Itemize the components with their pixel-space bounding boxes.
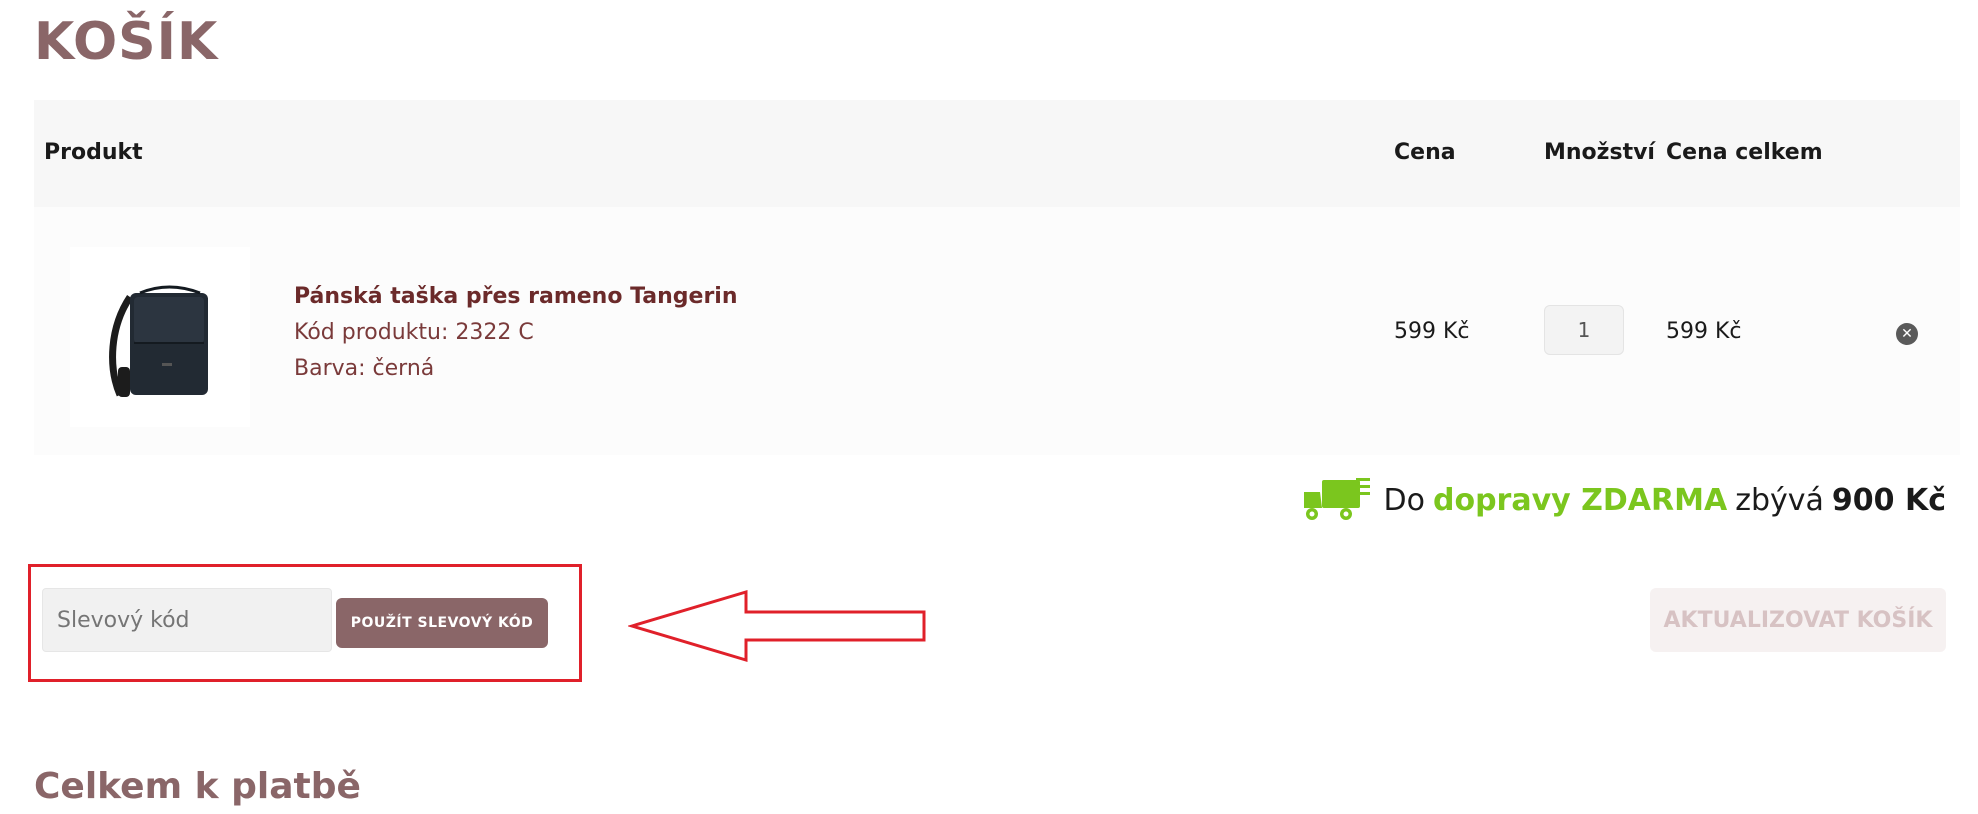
summary-title: Celkem k platbě: [34, 766, 361, 807]
table-row: Pánská taška přes rameno Tangerin Kód pr…: [34, 207, 1960, 455]
cart-table: Produkt Cena Množství Cena celkem Pánská…: [34, 100, 1960, 455]
remove-item-button[interactable]: ✕: [1896, 323, 1918, 345]
product-image[interactable]: [70, 247, 250, 427]
header-price: Cena: [1394, 140, 1456, 165]
item-total: 599 Kč: [1666, 319, 1742, 344]
page-title: KOŠÍK: [34, 12, 219, 72]
free-shipping-notice: Do dopravy ZDARMA zbývá 900 Kč: [1300, 474, 1946, 526]
header-quantity: Množství: [1544, 140, 1655, 165]
close-circle-icon: ✕: [1901, 326, 1913, 342]
product-code: Kód produktu: 2322 C: [294, 320, 534, 345]
product-info: Pánská taška přes rameno Tangerin Kód pr…: [294, 279, 738, 387]
item-price: 599 Kč: [1394, 319, 1470, 344]
coupon-code-input[interactable]: [42, 588, 332, 652]
shoulder-bag-icon: [109, 285, 208, 397]
header-product: Produkt: [44, 140, 143, 165]
product-color: Barva: černá: [294, 356, 435, 381]
delivery-truck-icon: [1303, 478, 1370, 520]
quantity-input[interactable]: [1544, 305, 1624, 355]
update-cart-button[interactable]: AKTUALIZOVAT KOŠÍK: [1650, 588, 1946, 652]
shipping-highlight: dopravy ZDARMA: [1433, 482, 1728, 518]
arrow-left-annotation-icon: [628, 589, 926, 663]
product-name-link[interactable]: Pánská taška přes rameno Tangerin: [294, 279, 738, 315]
shipping-prefix: Do: [1383, 482, 1425, 518]
apply-coupon-button[interactable]: POUŽÍT SLEVOVÝ KÓD: [336, 598, 548, 648]
shipping-remaining-amount: 900 Kč: [1831, 482, 1946, 518]
shipping-middle: zbývá: [1735, 482, 1824, 518]
header-total: Cena celkem: [1666, 140, 1823, 165]
cart-table-header: Produkt Cena Množství Cena celkem: [34, 100, 1960, 207]
